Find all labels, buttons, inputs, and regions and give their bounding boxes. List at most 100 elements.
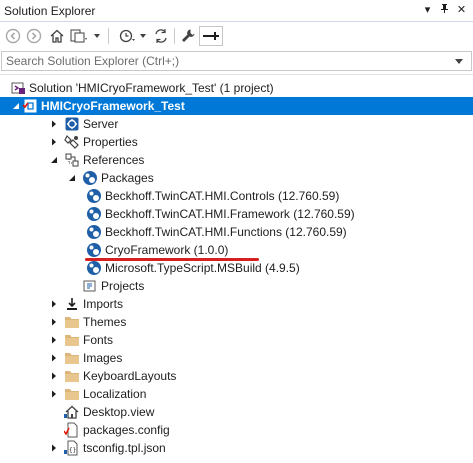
tree-node[interactable]: packages.config	[0, 421, 473, 439]
search-options-icon[interactable]	[451, 53, 467, 69]
tree-node[interactable]: KeyboardLayouts	[0, 367, 473, 385]
tree-node-label: Microsoft.TypeScript.MSBuild (4.9.5)	[105, 261, 300, 275]
tree-node[interactable]: References	[0, 151, 473, 169]
expand-arrow-icon[interactable]	[48, 313, 60, 331]
sync-active-document-button[interactable]	[151, 26, 171, 46]
expand-arrow-icon[interactable]	[48, 367, 60, 385]
folder-icon	[64, 350, 80, 366]
window-position-dropdown-icon[interactable]: ▾	[420, 3, 435, 18]
package-icon	[86, 206, 102, 222]
package-icon	[86, 224, 102, 240]
collapse-arrow-icon[interactable]	[66, 169, 78, 187]
tree-node[interactable]: Projects	[0, 277, 473, 295]
tree-node[interactable]: Images	[0, 349, 473, 367]
properties-icon	[64, 134, 80, 150]
home-button[interactable]	[47, 26, 67, 46]
solution-tree: Solution 'HMICryoFramework_Test' (1 proj…	[0, 74, 473, 463]
tree-node-label: Beckhoff.TwinCAT.HMI.Controls (12.760.59…	[105, 189, 340, 203]
server-icon	[64, 116, 80, 132]
home-view-icon	[64, 404, 80, 420]
chevron-down-icon	[94, 34, 100, 38]
back-button[interactable]	[4, 26, 22, 46]
search-box	[1, 51, 472, 71]
tree-node-label: Server	[83, 117, 119, 131]
tree-node-label: Beckhoff.TwinCAT.HMI.Framework (12.760.5…	[105, 207, 355, 221]
tree-node[interactable]: Properties	[0, 133, 473, 151]
projects-icon	[82, 278, 98, 294]
svg-text:{}: {}	[69, 447, 76, 454]
solution-icon	[10, 80, 26, 96]
tree-node-label: tsconfig.tpl.json	[83, 441, 166, 455]
collapse-arrow-icon[interactable]	[10, 97, 22, 115]
back-icon	[5, 28, 21, 44]
chevron-down-icon	[140, 34, 146, 38]
tree-node[interactable]: Desktop.view	[0, 403, 473, 421]
toolbar-separator	[174, 28, 175, 44]
wrench-icon	[182, 29, 195, 42]
preview-icon	[203, 32, 219, 40]
tree-node-label: Themes	[83, 315, 127, 329]
project-icon	[22, 98, 38, 114]
tree-node-label: Properties	[83, 135, 138, 149]
expand-arrow-icon[interactable]	[48, 295, 60, 313]
tree-node-label: Projects	[101, 279, 145, 293]
tree-node-label: Packages	[101, 171, 154, 185]
references-icon	[64, 152, 80, 168]
expand-arrow-icon[interactable]	[48, 439, 60, 457]
tree-node-label: packages.config	[83, 423, 170, 437]
tree-node[interactable]: Packages	[0, 169, 473, 187]
auto-hide-pin-icon[interactable]	[437, 3, 452, 18]
folder-icon	[64, 386, 80, 402]
toolbar-separator	[108, 28, 109, 44]
package-icon	[86, 188, 102, 204]
tree-node[interactable]: Imports	[0, 295, 473, 313]
tree-node[interactable]: Beckhoff.TwinCAT.HMI.Controls (12.760.59…	[0, 187, 473, 205]
sync-icon	[155, 29, 167, 43]
switch-views-icon	[70, 29, 87, 43]
search-input[interactable]	[6, 53, 436, 69]
tree-node[interactable]: {} tsconfig.tpl.json	[0, 439, 473, 457]
filter-dropdown[interactable]	[138, 26, 148, 46]
tree-node[interactable]: Localization	[0, 385, 473, 403]
toolbar	[0, 22, 473, 50]
tree-node-label: Solution 'HMICryoFramework_Test' (1 proj…	[29, 81, 274, 95]
tree-node-label: References	[83, 153, 145, 167]
tree-node-label: Imports	[83, 297, 124, 311]
package-icon	[86, 260, 102, 276]
tree-node-label: Desktop.view	[83, 405, 155, 419]
tree-node[interactable]: Server	[0, 115, 473, 133]
tree-node[interactable]: Beckhoff.TwinCAT.HMI.Functions (12.760.5…	[0, 223, 473, 241]
tree-node[interactable]: Solution 'HMICryoFramework_Test' (1 proj…	[0, 79, 473, 97]
tree-node-label: HMICryoFramework_Test	[41, 99, 185, 113]
expand-arrow-icon[interactable]	[48, 133, 60, 151]
tree-node[interactable]: Themes	[0, 313, 473, 331]
switch-views-dropdown[interactable]	[92, 26, 102, 46]
tree-node[interactable]: HMICryoFramework_Test	[0, 97, 473, 115]
expand-arrow-icon[interactable]	[48, 115, 60, 133]
tree-node[interactable]: Fonts	[0, 331, 473, 349]
tree-node[interactable]: CryoFramework (1.0.0)	[0, 241, 473, 259]
collapse-arrow-icon[interactable]	[48, 151, 60, 169]
package-icon	[82, 170, 98, 186]
close-icon[interactable]: ✕	[454, 3, 469, 18]
home-icon	[50, 29, 64, 43]
clock-filter-icon	[119, 29, 135, 43]
imports-icon	[64, 296, 80, 312]
switch-views-button[interactable]	[68, 26, 90, 46]
json-file-icon: {}	[64, 440, 80, 456]
expand-arrow-icon[interactable]	[48, 331, 60, 349]
expand-arrow-icon[interactable]	[48, 349, 60, 367]
pending-changes-filter-button[interactable]	[116, 26, 138, 46]
tree-node[interactable]: Beckhoff.TwinCAT.HMI.Framework (12.760.5…	[0, 205, 473, 223]
package-icon	[86, 242, 102, 258]
window-title: Solution Explorer	[4, 4, 96, 18]
tree-node[interactable]: Microsoft.TypeScript.MSBuild (4.9.5)	[0, 259, 473, 277]
folder-icon	[64, 368, 80, 384]
forward-button[interactable]	[25, 26, 43, 46]
expand-arrow-icon[interactable]	[48, 385, 60, 403]
tree-node-label: Beckhoff.TwinCAT.HMI.Functions (12.760.5…	[105, 225, 347, 239]
preview-selected-items-button[interactable]	[199, 26, 223, 46]
properties-button[interactable]	[178, 26, 198, 46]
title-bar: Solution Explorer ▾ ✕	[0, 0, 473, 22]
folder-icon	[64, 332, 80, 348]
